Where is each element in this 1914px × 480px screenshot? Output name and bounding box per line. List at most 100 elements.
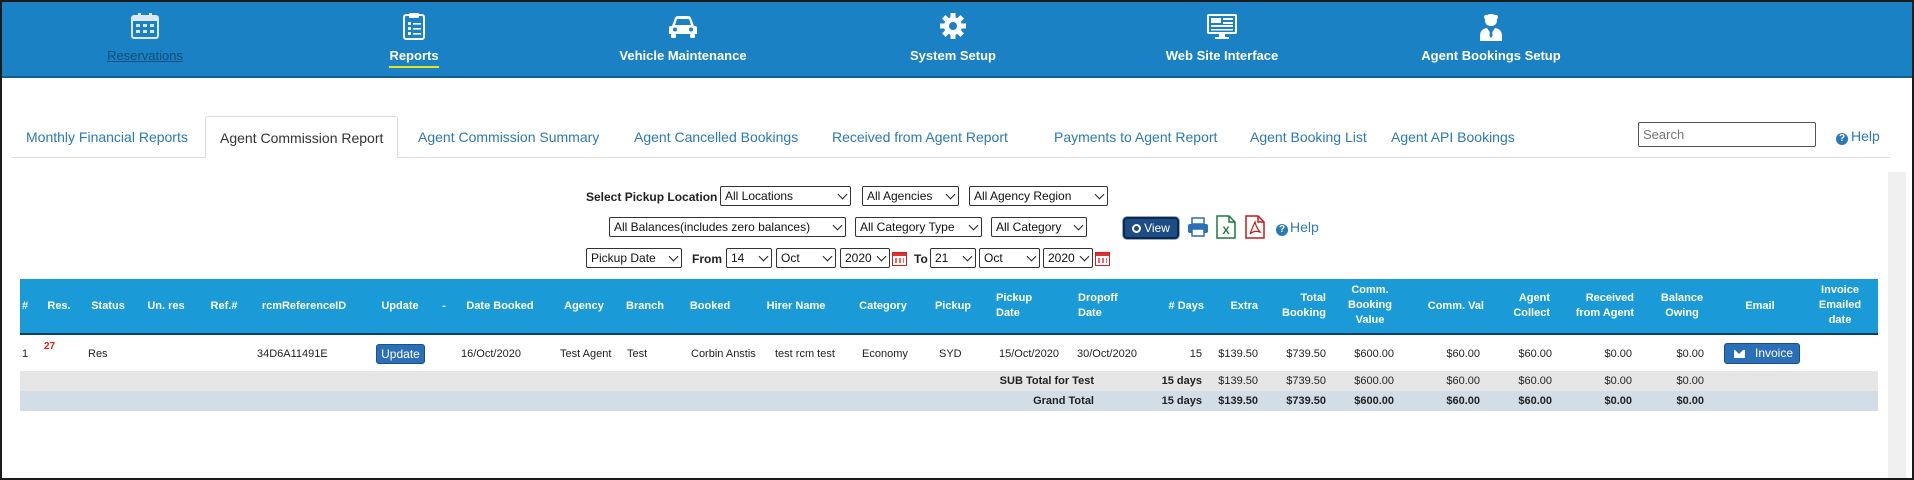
col-dropoff-date: Dropoff Date bbox=[1078, 292, 1118, 319]
cell-category: Economy bbox=[862, 348, 908, 360]
pickup-location-label: Select Pickup Location bbox=[586, 190, 718, 204]
select-value: All Locations bbox=[725, 189, 794, 203]
search-icon bbox=[1132, 224, 1142, 233]
nav-system-setup[interactable]: System Setup bbox=[863, 12, 1043, 66]
clipboard-list-icon bbox=[324, 12, 504, 44]
top-navigation: Reservations Reports Vehicle Maintenance… bbox=[2, 2, 1912, 78]
chevron-down-icon bbox=[962, 251, 973, 262]
col-booked: Booked bbox=[689, 300, 731, 312]
grandtotal-days: 15 days bbox=[1161, 395, 1202, 407]
excel-export-icon[interactable]: X bbox=[1216, 215, 1236, 242]
subtotal-balance: $0.00 bbox=[1676, 375, 1704, 387]
col-rcmref: rcmReferenceID bbox=[261, 300, 347, 312]
view-button[interactable]: View bbox=[1123, 217, 1179, 239]
grandtotal-row: Grand Total 15 days $139.50 $739.50 $600… bbox=[20, 391, 1878, 411]
select-value: All Category bbox=[996, 220, 1062, 234]
col-balance-owing: Balance Owing bbox=[1660, 292, 1704, 319]
from-calendar-icon[interactable] bbox=[892, 252, 907, 266]
col-pickup-date: Pickup Date bbox=[996, 292, 1033, 319]
chevron-down-icon bbox=[945, 189, 956, 200]
col-invoice-emailed-date: Invoice Emailed date bbox=[1818, 284, 1862, 326]
category-select[interactable]: All Category bbox=[991, 217, 1087, 237]
to-calendar-icon[interactable] bbox=[1095, 252, 1110, 266]
tab-agent-api-bookings[interactable]: Agent API Bookings bbox=[1377, 116, 1529, 158]
chevron-down-icon bbox=[1026, 251, 1037, 262]
select-value: Oct bbox=[781, 251, 800, 265]
envelope-icon bbox=[1734, 350, 1745, 358]
select-value: All Agency Region bbox=[974, 189, 1072, 203]
tab-received-from-agent-report[interactable]: Received from Agent Report bbox=[818, 116, 1022, 158]
to-day-select[interactable]: 21 bbox=[930, 248, 976, 268]
to-label: To bbox=[914, 252, 928, 266]
subtotal-extra: $139.50 bbox=[1218, 375, 1258, 387]
col-unres: Un. res bbox=[147, 300, 185, 312]
cell-res[interactable]: 27 bbox=[44, 341, 55, 352]
chevron-down-icon bbox=[822, 251, 833, 262]
nav-agent-bookings-setup[interactable]: Agent Bookings Setup bbox=[1401, 12, 1581, 66]
chevron-down-icon bbox=[876, 251, 887, 262]
cell-agent-collect: $60.00 bbox=[1518, 348, 1552, 360]
view-label: View bbox=[1144, 221, 1170, 235]
cell-received-from-agent: $0.00 bbox=[1604, 348, 1632, 360]
category-type-select[interactable]: All Category Type bbox=[855, 217, 982, 237]
monitor-icon bbox=[1132, 12, 1312, 44]
help-label: Help bbox=[1290, 219, 1319, 235]
tab-agent-commission-report[interactable]: Agent Commission Report bbox=[205, 116, 399, 159]
help-link[interactable]: ? Help bbox=[1836, 128, 1880, 145]
print-icon[interactable] bbox=[1187, 216, 1209, 241]
subtotal-total-booking: $739.50 bbox=[1286, 375, 1326, 387]
subtotal-comm-val: $60.00 bbox=[1446, 375, 1480, 387]
agency-region-select[interactable]: All Agency Region bbox=[969, 186, 1108, 206]
from-month-select[interactable]: Oct bbox=[776, 248, 836, 268]
chevron-down-icon bbox=[1079, 251, 1090, 262]
col-comm-booking-value: Comm. Booking Value bbox=[1348, 284, 1392, 326]
col-email: Email bbox=[1745, 300, 1775, 312]
to-month-select[interactable]: Oct bbox=[979, 248, 1040, 268]
col-update: Update bbox=[381, 300, 419, 312]
chevron-down-icon bbox=[668, 251, 679, 262]
vertical-scrollbar[interactable] bbox=[1888, 172, 1906, 478]
nav-reports[interactable]: Reports bbox=[324, 12, 504, 68]
agencies-select[interactable]: All Agencies bbox=[862, 186, 959, 206]
tab-agent-booking-list[interactable]: Agent Booking List bbox=[1236, 116, 1381, 158]
to-year-select[interactable]: 2020 bbox=[1043, 248, 1093, 268]
col-status: Status bbox=[91, 300, 125, 312]
grandtotal-total-booking: $739.50 bbox=[1286, 395, 1326, 407]
tab-monthly-financial-reports[interactable]: Monthly Financial Reports bbox=[12, 116, 202, 158]
nav-label: Agent Bookings Setup bbox=[1421, 48, 1561, 63]
help-label: Help bbox=[1851, 128, 1880, 144]
from-year-select[interactable]: 2020 bbox=[840, 248, 890, 268]
table-row[interactable]: 1 27 Res 34D6A11491E Update 16/Oct/2020 … bbox=[20, 337, 1878, 371]
col-date-booked: Date Booked bbox=[466, 300, 534, 312]
nav-label: Reports bbox=[389, 48, 439, 68]
cell-dropoff-date: 30/Oct/2020 bbox=[1077, 348, 1137, 360]
car-icon bbox=[593, 12, 773, 44]
nav-label: Vehicle Maintenance bbox=[619, 48, 747, 63]
col-ref: Ref.# bbox=[210, 300, 238, 312]
col-extra: Extra bbox=[1230, 300, 1258, 312]
tab-payments-to-agent-report[interactable]: Payments to Agent Report bbox=[1040, 116, 1231, 158]
tab-agent-cancelled-bookings[interactable]: Agent Cancelled Bookings bbox=[620, 116, 812, 158]
filter-help-link[interactable]: ? Help bbox=[1276, 219, 1319, 236]
cell-status: Res bbox=[88, 348, 108, 360]
tab-agent-commission-summary[interactable]: Agent Commission Summary bbox=[404, 116, 613, 158]
cell-comm-booking-value: $600.00 bbox=[1354, 348, 1394, 360]
balances-select[interactable]: All Balances(includes zero balances) bbox=[609, 217, 846, 237]
date-type-select[interactable]: Pickup Date bbox=[586, 248, 682, 268]
nav-web-site-interface[interactable]: Web Site Interface bbox=[1132, 12, 1312, 66]
grandtotal-comm-val: $60.00 bbox=[1446, 395, 1480, 407]
from-day-select[interactable]: 14 bbox=[726, 248, 772, 268]
chevron-down-icon bbox=[832, 220, 843, 231]
search-input[interactable] bbox=[1638, 122, 1816, 147]
app-frame: Reservations Reports Vehicle Maintenance… bbox=[2, 2, 1912, 478]
nav-reservations[interactable]: Reservations bbox=[55, 12, 235, 66]
select-value: 2020 bbox=[845, 251, 872, 265]
cell-comm-val: $60.00 bbox=[1446, 348, 1480, 360]
cell-extra: $139.50 bbox=[1218, 348, 1258, 360]
select-value: 14 bbox=[731, 251, 745, 265]
invoice-button[interactable]: Invoice bbox=[1724, 343, 1800, 364]
nav-vehicle-maintenance[interactable]: Vehicle Maintenance bbox=[593, 12, 773, 66]
pickup-location-select[interactable]: All Locations bbox=[720, 186, 851, 206]
update-button[interactable]: Update bbox=[376, 344, 425, 364]
pdf-export-icon[interactable] bbox=[1245, 215, 1265, 242]
